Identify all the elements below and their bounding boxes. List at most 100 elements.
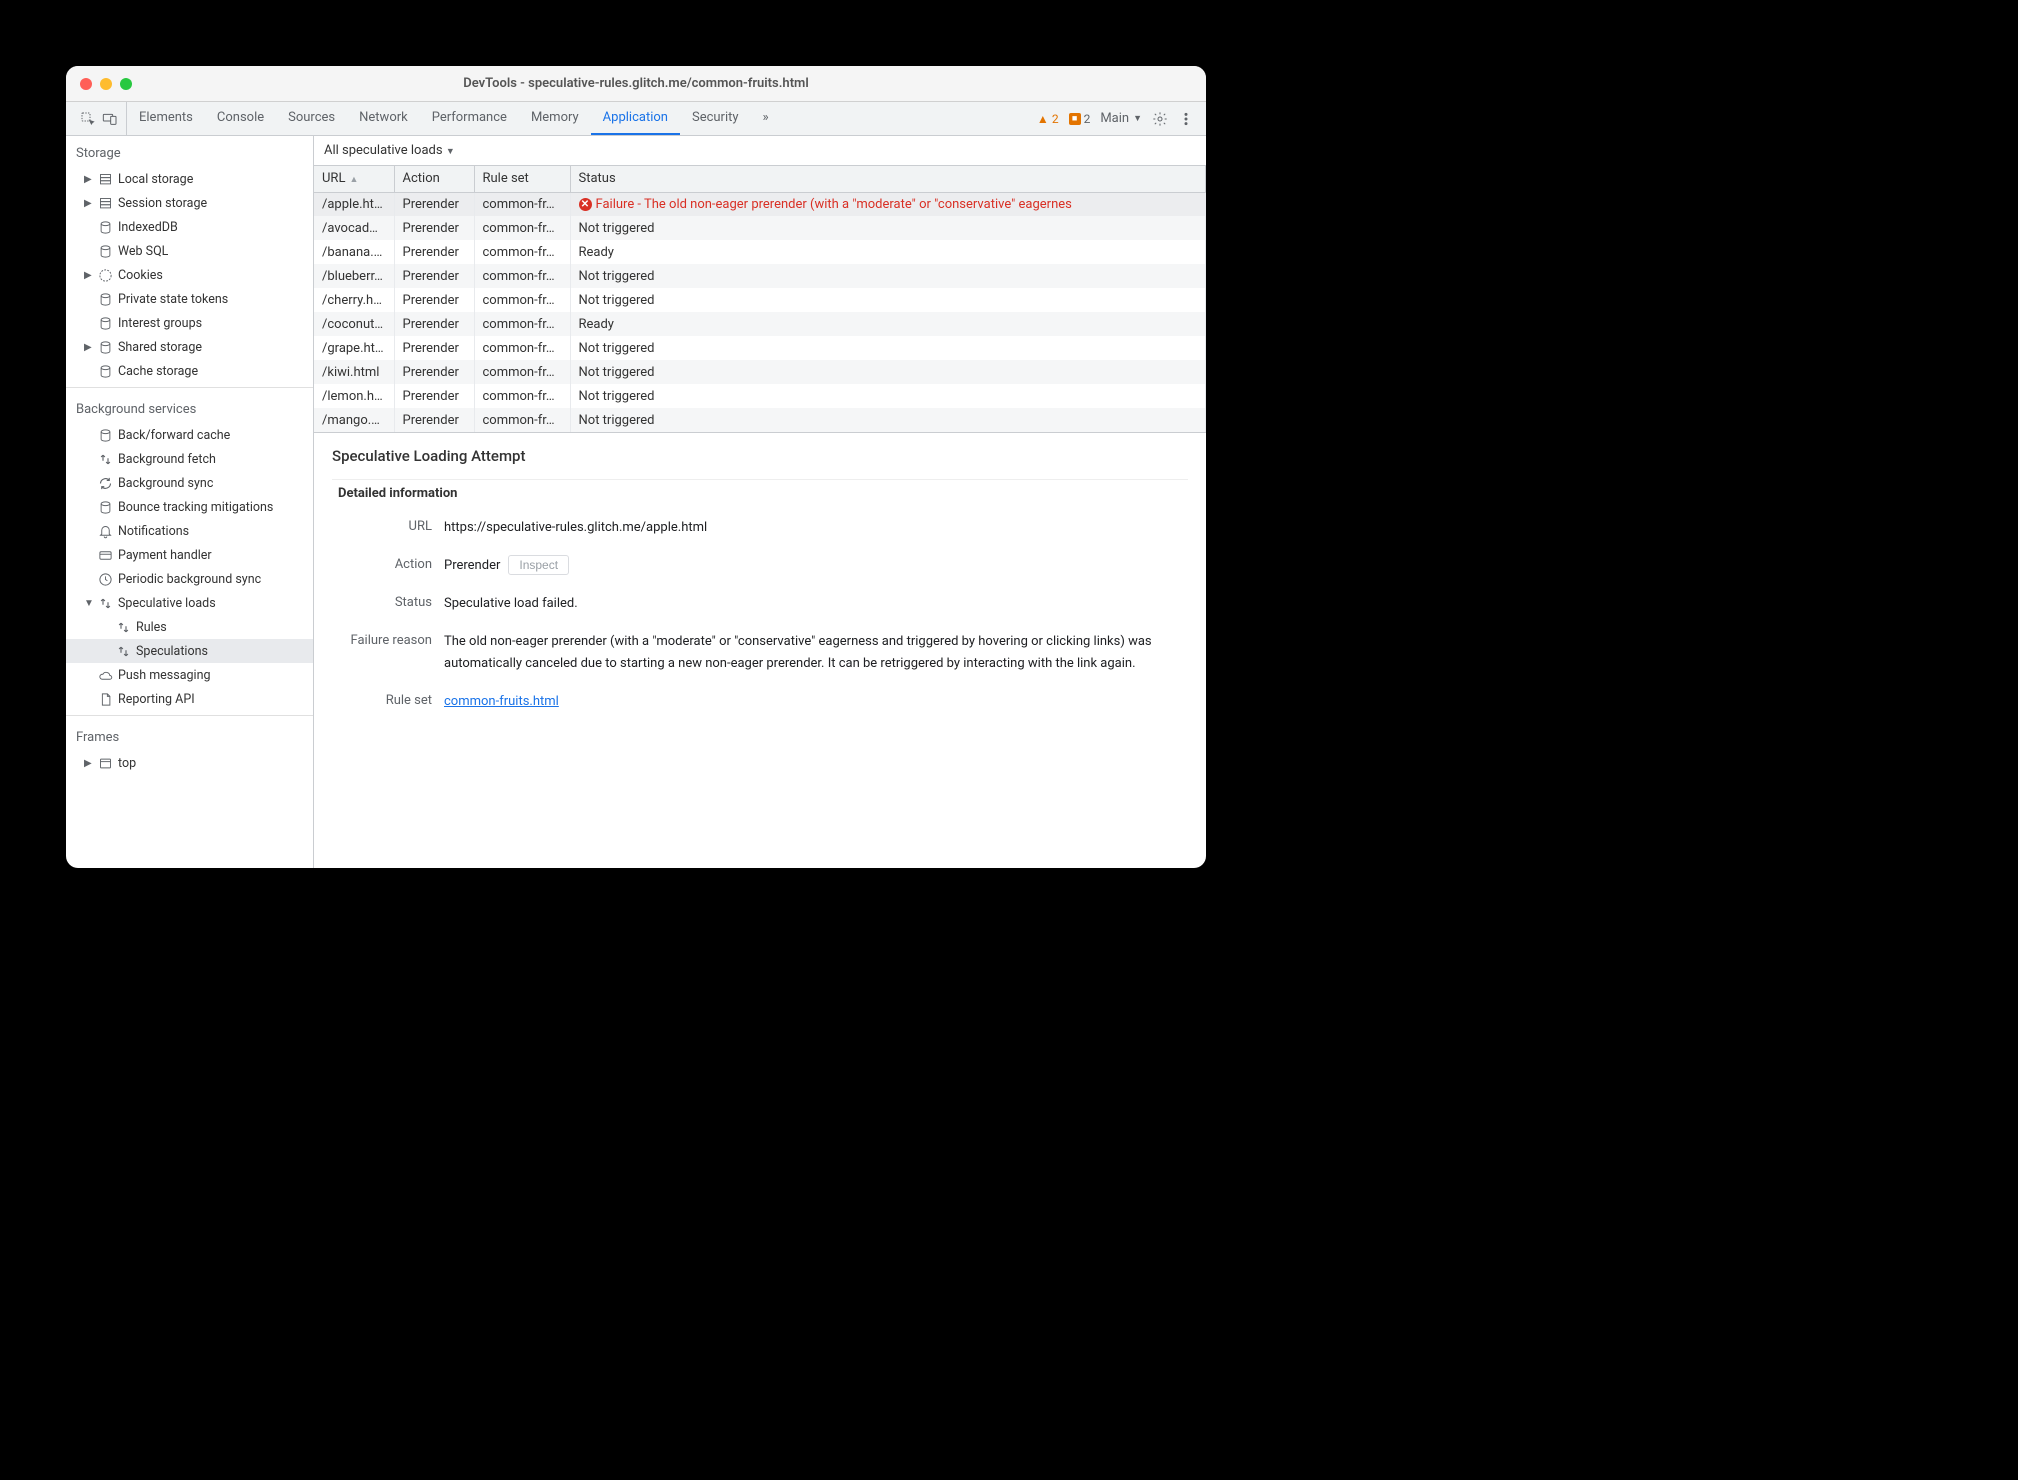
sidebar-item-private-state-tokens[interactable]: Private state tokens [66,287,313,311]
updown-icon [114,644,132,659]
sidebar-item-label: Background fetch [114,452,216,467]
column-status[interactable]: Status [570,166,1206,192]
cell-action: Prerender [394,384,474,408]
sidebar-item-push-messaging[interactable]: Push messaging [66,663,313,687]
cell-url: /cherry.h… [314,288,394,312]
table-row[interactable]: /mango.… Prerender common-fr… Not trigge… [314,408,1206,432]
table-row[interactable]: /grape.html Prerender common-fr… Not tri… [314,336,1206,360]
main-toolbar: ElementsConsoleSourcesNetworkPerformance… [66,102,1206,136]
expand-icon: ▼ [84,598,96,609]
sidebar-item-session-storage[interactable]: ▶ Session storage [66,191,313,215]
sidebar-item-notifications[interactable]: Notifications [66,519,313,543]
table-row[interactable]: /apple.html Prerender common-fr… ✕Failur… [314,192,1206,216]
cell-status: Not triggered [570,264,1206,288]
more-icon[interactable] [1178,111,1194,127]
sidebar-item-label: Bounce tracking mitigations [114,500,273,515]
cell-action: Prerender [394,216,474,240]
sidebar-item-reporting-api[interactable]: Reporting API [66,687,313,711]
sidebar-item-label: Background sync [114,476,213,491]
table-row[interactable]: /coconut… Prerender common-fr… Ready [314,312,1206,336]
table-row[interactable]: /cherry.h… Prerender common-fr… Not trig… [314,288,1206,312]
cell-url: /apple.html [314,192,394,216]
zoom-button[interactable] [120,78,132,90]
cell-ruleset: common-fr… [474,216,570,240]
sidebar-item-label: Back/forward cache [114,428,230,443]
column-action[interactable]: Action [394,166,474,192]
cell-url: /banana.… [314,240,394,264]
table-row[interactable]: /avocad… Prerender common-fr… Not trigge… [314,216,1206,240]
settings-icon[interactable] [1152,111,1168,127]
issues-badge[interactable]: ■2 [1069,112,1091,126]
tab-security[interactable]: Security [680,102,751,135]
inspect-icon[interactable] [80,111,96,127]
cell-status: Not triggered [570,216,1206,240]
detail-failure-label: Failure reason [332,631,432,648]
sidebar-item-label: Local storage [114,172,193,187]
sidebar-item-back-forward-cache[interactable]: Back/forward cache [66,423,313,447]
tab-elements[interactable]: Elements [127,102,205,135]
section-title: Frames [66,720,313,751]
sidebar-item-label: Cookies [114,268,163,283]
sidebar-item-background-sync[interactable]: Background sync [66,471,313,495]
tab-sources[interactable]: Sources [276,102,347,135]
detail-ruleset-value: common-fruits.html [444,691,1188,713]
ruleset-link[interactable]: common-fruits.html [444,694,559,709]
sidebar-item-speculations[interactable]: Speculations [66,639,313,663]
sidebar-item-rules[interactable]: Rules [66,615,313,639]
sidebar-item-periodic-background-sync[interactable]: Periodic background sync [66,567,313,591]
cell-url: /lemon.h… [314,384,394,408]
sidebar-item-background-fetch[interactable]: Background fetch [66,447,313,471]
tab-memory[interactable]: Memory [519,102,591,135]
tab-console[interactable]: Console [205,102,276,135]
sidebar-item-cookies[interactable]: ▶ Cookies [66,263,313,287]
application-sidebar: Storage ▶ Local storage ▶ Session storag… [66,136,314,868]
sidebar-item-top[interactable]: ▶ top [66,751,313,775]
table-row[interactable]: /kiwi.html Prerender common-fr… Not trig… [314,360,1206,384]
table-row[interactable]: /lemon.h… Prerender common-fr… Not trigg… [314,384,1206,408]
cell-ruleset: common-fr… [474,384,570,408]
more-tabs[interactable]: » [751,102,781,135]
column-url[interactable]: URL▲ [314,166,394,192]
panel-tabs: ElementsConsoleSourcesNetworkPerformance… [127,102,751,135]
cell-ruleset: common-fr… [474,288,570,312]
context-selector[interactable]: Main▼ [1100,111,1142,126]
filter-dropdown[interactable]: All speculative loads ▼ [324,143,455,158]
table-row[interactable]: /banana.… Prerender common-fr… Ready [314,240,1206,264]
sidebar-item-label: IndexedDB [114,220,178,235]
tab-network[interactable]: Network [347,102,420,135]
close-button[interactable] [80,78,92,90]
cell-status: Ready [570,240,1206,264]
sidebar-item-speculative-loads[interactable]: ▼ Speculative loads [66,591,313,615]
sidebar-item-shared-storage[interactable]: ▶ Shared storage [66,335,313,359]
sidebar-item-label: Web SQL [114,244,168,259]
expand-icon: ▶ [84,758,96,769]
sidebar-item-bounce-tracking-mitigations[interactable]: Bounce tracking mitigations [66,495,313,519]
sidebar-item-label: Push messaging [114,668,211,683]
cell-url: /coconut… [314,312,394,336]
frame-icon [96,756,114,771]
devtools-window: DevTools - speculative-rules.glitch.me/c… [66,66,1206,868]
minimize-button[interactable] [100,78,112,90]
detail-action-value: PrerenderInspect [444,555,1188,577]
warnings-badge[interactable]: ▲2 [1037,112,1059,126]
sidebar-item-web-sql[interactable]: Web SQL [66,239,313,263]
device-icon[interactable] [102,111,118,127]
sidebar-item-payment-handler[interactable]: Payment handler [66,543,313,567]
sidebar-item-label: Payment handler [114,548,212,563]
sidebar-item-interest-groups[interactable]: Interest groups [66,311,313,335]
sidebar-item-label: Private state tokens [114,292,228,307]
tab-performance[interactable]: Performance [420,102,519,135]
sidebar-item-cache-storage[interactable]: Cache storage [66,359,313,383]
sidebar-item-indexeddb[interactable]: IndexedDB [66,215,313,239]
table-row[interactable]: /blueberr… Prerender common-fr… Not trig… [314,264,1206,288]
inspect-button[interactable]: Inspect [508,555,569,575]
disk-icon [96,220,114,235]
cell-ruleset: common-fr… [474,192,570,216]
sync-icon [96,476,114,491]
cell-action: Prerender [394,312,474,336]
sidebar-item-label: Rules [132,620,167,635]
column-rule-set[interactable]: Rule set [474,166,570,192]
sidebar-item-label: Speculative loads [114,596,216,611]
sidebar-item-local-storage[interactable]: ▶ Local storage [66,167,313,191]
tab-application[interactable]: Application [591,102,680,135]
